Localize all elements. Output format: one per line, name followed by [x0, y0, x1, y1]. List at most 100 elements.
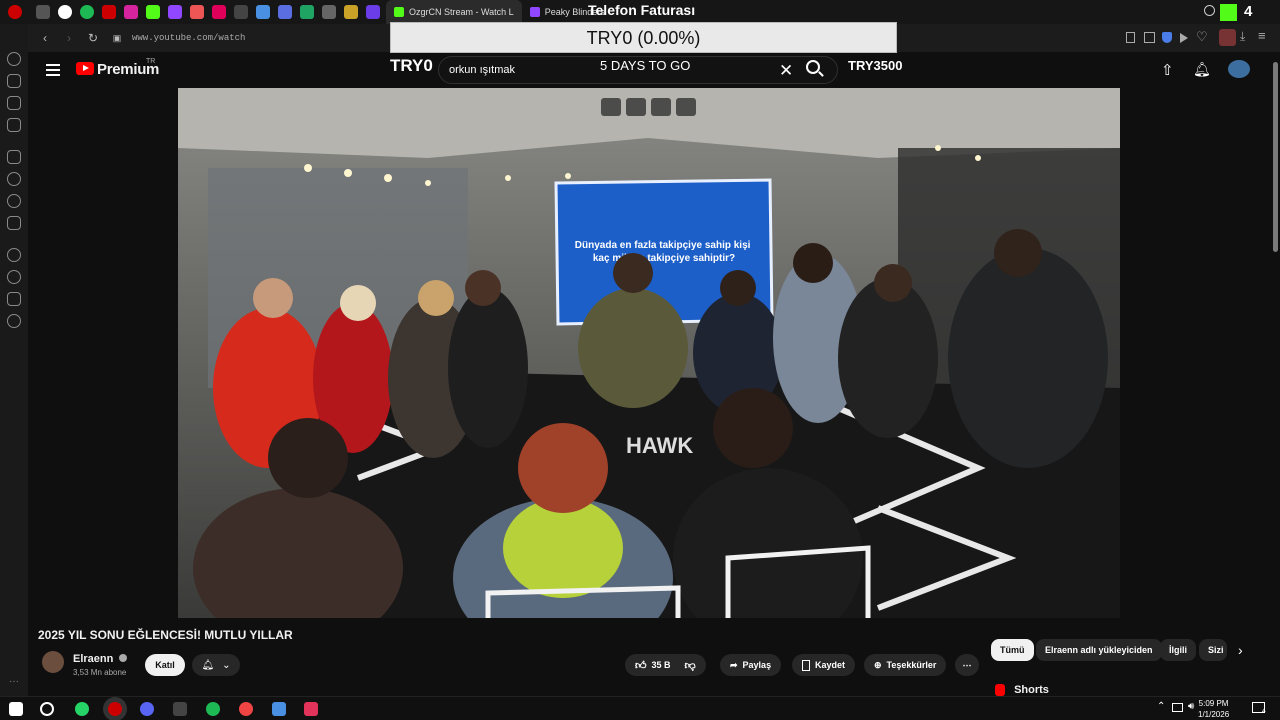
- video-player[interactable]: Dünyada en fazla takipçiye sahip kişi ka…: [178, 88, 1120, 618]
- chip-for-you[interactable]: Sizi: [1199, 639, 1227, 661]
- tab-icon-green[interactable]: [300, 5, 314, 19]
- sidebar-history-icon[interactable]: [7, 52, 21, 66]
- share-button[interactable]: ➦ Paylaş: [720, 654, 782, 676]
- tab-icon-yellow[interactable]: [344, 5, 358, 19]
- sidebar-twitch-icon[interactable]: [7, 150, 21, 164]
- scrollbar-thumb[interactable]: [1273, 62, 1278, 252]
- search-query: orkun ışıtmak: [449, 64, 516, 76]
- chip-all[interactable]: Tümü: [991, 639, 1034, 661]
- adblock-icon[interactable]: [1219, 29, 1236, 46]
- notifications-bell-icon[interactable]: 🔔︎: [1193, 61, 1211, 78]
- back-icon[interactable]: ‹: [38, 31, 52, 45]
- chip-related[interactable]: İlgili: [1160, 639, 1196, 661]
- chip-from-uploader[interactable]: Elraenn adlı yükleyiciden: [1036, 639, 1162, 661]
- shorts-logo-icon: [995, 684, 1005, 697]
- opera-icon[interactable]: [8, 5, 22, 19]
- sidebar-news-icon[interactable]: [7, 118, 21, 132]
- spotify-taskbar-icon[interactable]: [206, 702, 220, 716]
- spotify-icon[interactable]: [80, 5, 94, 19]
- sidebar-wallet-icon[interactable]: [7, 96, 21, 110]
- chrome-icon[interactable]: [58, 5, 72, 19]
- sidebar-person-icon[interactable]: [7, 74, 21, 88]
- sidebar-cube-icon[interactable]: [7, 292, 21, 306]
- app-icon-blue[interactable]: [272, 702, 286, 716]
- page-scrollbar[interactable]: [1272, 52, 1280, 696]
- sidebar-player-icon[interactable]: [7, 248, 21, 262]
- shorts-label: Shorts: [1014, 684, 1049, 696]
- search-icon[interactable]: [806, 60, 820, 74]
- menu-icon[interactable]: ≡: [1258, 28, 1266, 43]
- discord-icon[interactable]: [140, 702, 154, 716]
- play-icon[interactable]: [1180, 33, 1188, 43]
- tab-stream[interactable]: OzgrCN Stream - Watch L: [386, 0, 522, 24]
- network-icon[interactable]: [1172, 703, 1183, 712]
- thumbs-down-icon[interactable]: 👎︎: [685, 659, 696, 672]
- subscription-bell-button[interactable]: 🔔︎ ⌄: [192, 654, 240, 676]
- video-frame: Dünyada en fazla takipçiye sahip kişi ka…: [178, 88, 1120, 618]
- snapshot-icon[interactable]: [1144, 32, 1155, 43]
- hamburger-menu-icon[interactable]: [46, 64, 60, 66]
- twitch-icon[interactable]: [168, 5, 182, 19]
- tab-stream-label: OzgrCN Stream - Watch L: [409, 7, 514, 17]
- save-button[interactable]: Kaydet: [792, 654, 856, 676]
- heart-icon[interactable]: ♡: [1196, 29, 1208, 45]
- user-avatar[interactable]: [1228, 60, 1250, 78]
- opera-taskbar-icon[interactable]: [108, 702, 122, 716]
- instagram-icon[interactable]: [124, 5, 138, 19]
- join-button[interactable]: Katıl: [145, 654, 185, 676]
- whatsapp-icon[interactable]: [75, 702, 89, 716]
- share-icon: ➦: [730, 659, 738, 670]
- video-mini-controls: [601, 98, 696, 116]
- overlay-goal-box: TRY0 (0.00%): [390, 22, 897, 53]
- tab-icon-dark[interactable]: [322, 5, 336, 19]
- app-icon-red[interactable]: [239, 702, 253, 716]
- channel-name[interactable]: Elraenn: [73, 653, 128, 665]
- like-button[interactable]: 👍︎ 35 B 👎︎: [625, 654, 706, 676]
- sidebar-more-icon[interactable]: ···: [9, 676, 19, 687]
- url-text[interactable]: www.youtube.com/watch: [132, 33, 245, 43]
- tab-icon-purple[interactable]: [366, 5, 380, 19]
- rgx-icon[interactable]: [676, 98, 696, 116]
- sidebar-instagram-icon[interactable]: [7, 216, 21, 230]
- app-icon-pink[interactable]: [304, 702, 318, 716]
- sidebar-whatsapp-icon[interactable]: [7, 194, 21, 208]
- clear-search-icon[interactable]: ✕: [779, 61, 793, 81]
- forward-icon[interactable]: ›: [62, 31, 76, 45]
- tab-icon-blue2[interactable]: [278, 5, 292, 19]
- windows-start-icon[interactable]: [9, 702, 23, 716]
- quiz-line-1: Dünyada en fazla takipçiye sahip kişi: [575, 240, 751, 251]
- kick-app-icon[interactable]: [1220, 4, 1237, 21]
- sidebar-settings-icon[interactable]: [7, 314, 21, 328]
- yahoo-icon[interactable]: [212, 5, 226, 19]
- search-tabs-icon[interactable]: [1204, 5, 1215, 16]
- channel-avatar[interactable]: [42, 651, 64, 673]
- download-icon[interactable]: ⤓: [1240, 29, 1245, 44]
- lock-icon: ▣: [112, 32, 122, 43]
- tab-icon-generic[interactable]: [36, 5, 50, 19]
- volume-icon[interactable]: 🔊︎: [1188, 701, 1194, 712]
- tab-icon-orange[interactable]: [190, 5, 204, 19]
- chips-next-icon[interactable]: ›: [1238, 642, 1243, 658]
- shield-icon[interactable]: [1162, 32, 1172, 43]
- tab-icon-blue[interactable]: [256, 5, 270, 19]
- youtube-tab-icon[interactable]: [102, 5, 116, 19]
- tab-icon-text[interactable]: [234, 5, 248, 19]
- sidebar-messenger-icon[interactable]: [7, 172, 21, 186]
- system-clock[interactable]: 5:09 PM 1/1/2026: [1198, 698, 1229, 720]
- bell-icon: 🔔︎: [201, 659, 215, 671]
- taskbar-search-icon[interactable]: [40, 702, 54, 716]
- verified-icon: [119, 654, 128, 662]
- theater-icon[interactable]: [626, 98, 646, 116]
- app-icon-obs[interactable]: [173, 702, 187, 716]
- reload-icon[interactable]: ↻: [86, 31, 100, 45]
- thanks-button[interactable]: ⊕ Teşekkürler: [864, 654, 947, 676]
- miniplayer-icon[interactable]: [601, 98, 621, 116]
- next-icon[interactable]: [651, 98, 671, 116]
- youtube-logo-icon[interactable]: [76, 62, 94, 75]
- kick-icon[interactable]: [146, 5, 160, 19]
- more-actions-button[interactable]: ⋯: [955, 654, 979, 676]
- bookmark-icon[interactable]: [1126, 32, 1135, 43]
- upload-icon[interactable]: ⇧: [1161, 61, 1174, 79]
- tray-chevron-icon[interactable]: ⌃: [1157, 701, 1165, 712]
- sidebar-clock-icon[interactable]: [7, 270, 21, 284]
